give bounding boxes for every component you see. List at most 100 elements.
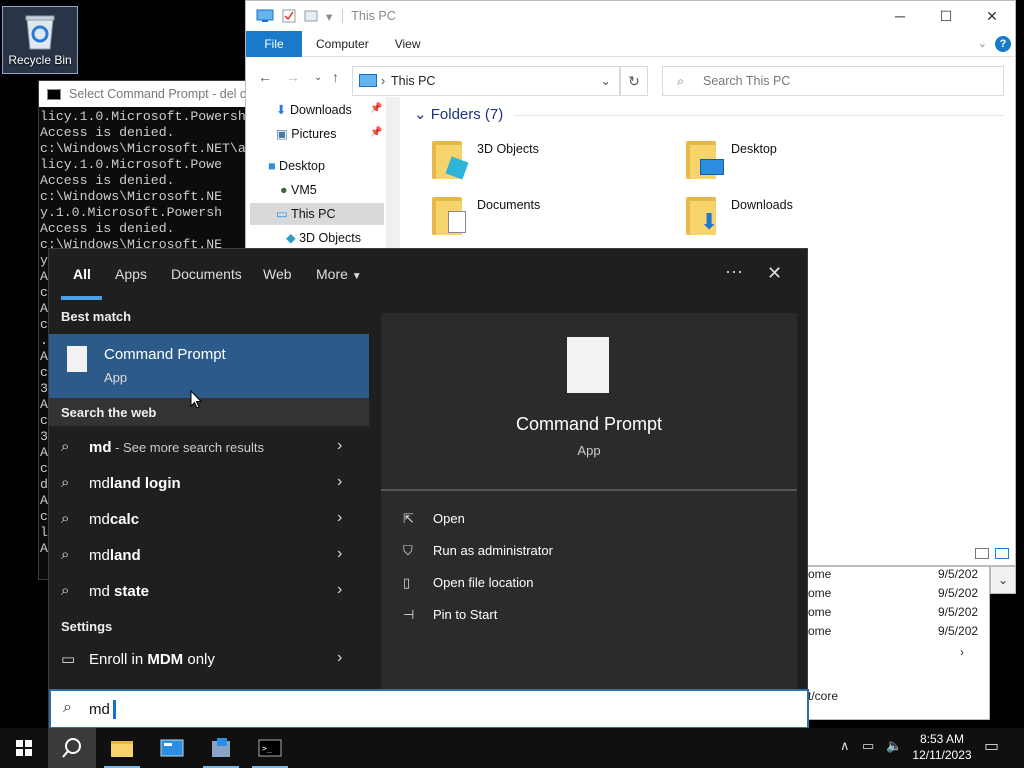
folder-3d-objects-icon[interactable] xyxy=(432,139,472,180)
nav-item-pictures[interactable]: ▣ Pictures xyxy=(276,123,336,145)
chevron-right-icon[interactable]: › xyxy=(337,545,342,563)
search-input[interactable] xyxy=(89,697,689,721)
more-options-icon[interactable]: ··· xyxy=(725,261,743,282)
ribbon-tab-view[interactable]: View xyxy=(382,37,434,51)
server-manager-taskbar-button[interactable] xyxy=(148,728,196,768)
new-folder-icon[interactable] xyxy=(304,9,318,23)
properties-icon[interactable] xyxy=(282,9,296,23)
web-result-mdland-login[interactable]: ⌕ mdland login › xyxy=(49,466,369,502)
large-icons-view-icon[interactable] xyxy=(995,548,1009,559)
nav-item-desktop[interactable]: ■ Desktop xyxy=(268,155,325,177)
cmd-taskbar-button[interactable]: >_ xyxy=(246,728,294,768)
maximize-button[interactable]: ☐ xyxy=(923,1,969,31)
mouse-cursor-icon xyxy=(190,390,202,409)
tab-apps[interactable]: Apps xyxy=(115,266,147,282)
folder-downloads-icon[interactable]: ⬇ xyxy=(686,195,726,235)
recycle-bin-icon[interactable]: Recycle Bin xyxy=(2,6,78,74)
explorer-search-input[interactable]: ⌕ Search This PC xyxy=(662,66,1004,96)
action-run-as-admin[interactable]: ⛉ Run as administrator xyxy=(403,539,553,563)
file-explorer-taskbar-button[interactable] xyxy=(98,728,146,768)
back-arrow-icon[interactable]: ← xyxy=(258,69,272,85)
address-bar[interactable]: › This PC ⌄ xyxy=(352,66,620,96)
list-item-date: 9/5/202 xyxy=(938,586,979,600)
qat-dropdown-icon[interactable]: ▾ xyxy=(326,9,332,24)
list-item: ome xyxy=(808,567,832,581)
search-button[interactable] xyxy=(48,728,96,768)
chevron-right-icon[interactable]: › xyxy=(337,649,342,667)
collapse-chevron-icon[interactable]: ⌄ xyxy=(414,106,427,123)
text-caret xyxy=(113,700,116,719)
best-match-command-prompt[interactable]: Command Prompt App xyxy=(49,334,369,398)
server-manager-icon xyxy=(160,739,184,757)
up-arrow-icon[interactable]: ↑ xyxy=(332,69,339,85)
cmd-icon xyxy=(47,89,61,100)
tab-documents[interactable]: Documents xyxy=(171,266,242,282)
expand-ribbon-icon[interactable]: ⌄ xyxy=(978,37,987,50)
notifications-icon[interactable]: ▭ xyxy=(984,736,999,756)
show-hidden-icons-icon[interactable]: ∧ xyxy=(840,738,850,754)
search-web-label: Search the web xyxy=(61,405,157,420)
folder-3d-objects-label[interactable]: 3D Objects xyxy=(477,142,539,156)
nav-item-downloads[interactable]: ⬇ Downloads xyxy=(276,99,352,121)
folder-desktop-icon[interactable] xyxy=(686,139,726,179)
chevron-right-icon[interactable]: › xyxy=(337,437,342,455)
chevron-right-icon[interactable]: › xyxy=(337,581,342,599)
address-pc-icon xyxy=(359,74,377,87)
nav-item-vm5[interactable]: ● VM5 xyxy=(280,179,317,201)
ribbon-tab-file[interactable]: File xyxy=(246,30,302,57)
web-result-md[interactable]: ⌕ md - See more search results › xyxy=(49,430,369,466)
chevron-right-icon[interactable]: › xyxy=(337,509,342,527)
refresh-button[interactable]: ↻ xyxy=(620,66,648,96)
help-icon[interactable]: ? xyxy=(995,36,1011,52)
web-result-md-state[interactable]: ⌕ md state › xyxy=(49,574,369,610)
volume-muted-icon[interactable]: 🔈 xyxy=(886,738,902,754)
tab-all[interactable]: All xyxy=(73,266,91,282)
search-icon: ⌕ xyxy=(63,699,72,716)
address-dropdown-icon[interactable]: ⌄ xyxy=(601,67,611,95)
ribbon-tab-computer[interactable]: Computer xyxy=(302,37,382,51)
close-icon[interactable]: ✕ xyxy=(767,263,782,284)
list-item: ome xyxy=(808,605,832,619)
breadcrumb-chevron-icon[interactable]: › xyxy=(381,67,385,95)
cmd-title-bar[interactable]: Select Command Prompt - del c: xyxy=(39,81,257,107)
list-item-date: 9/5/202 xyxy=(938,624,979,638)
tab-web[interactable]: Web xyxy=(263,266,292,282)
scroll-down-icon[interactable]: ⌄ xyxy=(990,566,1016,594)
ribbon-tabs: File Computer View ⌄ ? xyxy=(246,30,1015,57)
close-button[interactable]: ✕ xyxy=(969,1,1015,31)
settings-result-enroll-mdm[interactable]: ▭ Enroll in MDM only › xyxy=(49,642,369,678)
windows-icon xyxy=(16,740,32,756)
nav-item-this-pc[interactable]: ▭ This PC xyxy=(250,203,384,225)
explorer-title-bar[interactable]: ▾ This PC ─ ☐ ✕ xyxy=(246,1,1015,31)
folder-downloads-label[interactable]: Downloads xyxy=(731,198,793,212)
start-search-box[interactable]: ⌕ xyxy=(49,689,809,729)
forward-arrow-icon[interactable]: → xyxy=(286,69,300,85)
action-open-file-location[interactable]: ▯ Open file location xyxy=(403,571,533,595)
chevron-right-icon[interactable]: › xyxy=(337,473,342,491)
taskbar: >_ ∧ ▭ 🔈 8:53 AM 12/11/2023 ▭ xyxy=(0,728,1024,768)
tab-more[interactable]: More ▼ xyxy=(316,266,362,282)
web-result-mdcalc[interactable]: ⌕ mdcalc › xyxy=(49,502,369,538)
pin-icon: ⊣ xyxy=(403,607,415,622)
folders-group-title: Folders (7) xyxy=(430,106,504,123)
explorer-title: This PC xyxy=(342,9,396,23)
folder-documents-label[interactable]: Documents xyxy=(477,198,540,212)
folder-documents-icon[interactable] xyxy=(432,195,472,235)
web-result-mdland[interactable]: ⌕ mdland › xyxy=(49,538,369,574)
folder-desktop-label[interactable]: Desktop xyxy=(731,142,777,156)
action-open[interactable]: ⇱ Open xyxy=(403,507,465,531)
details-view-icon[interactable] xyxy=(975,548,989,559)
minimize-button[interactable]: ─ xyxy=(877,1,923,31)
search-icon xyxy=(62,738,81,758)
scroll-right-icon[interactable]: › xyxy=(960,645,964,659)
start-button[interactable] xyxy=(0,728,48,768)
network-icon[interactable]: ▭ xyxy=(862,738,874,754)
clock[interactable]: 8:53 AM 12/11/2023 xyxy=(904,731,980,763)
background-window[interactable]: ome 9/5/202 ome 9/5/202 ome 9/5/202 ome … xyxy=(803,566,990,720)
cmd-title: Select Command Prompt - del c: xyxy=(69,87,250,101)
folders-group-header[interactable]: ⌄ Folders (7) xyxy=(414,105,1004,123)
nav-item-3d-objects[interactable]: ◆ 3D Objects xyxy=(286,227,361,249)
recent-locations-icon[interactable]: ⌄ xyxy=(314,72,322,83)
tools-taskbar-button[interactable] xyxy=(197,728,245,768)
action-pin-to-start[interactable]: ⊣ Pin to Start xyxy=(403,603,497,627)
